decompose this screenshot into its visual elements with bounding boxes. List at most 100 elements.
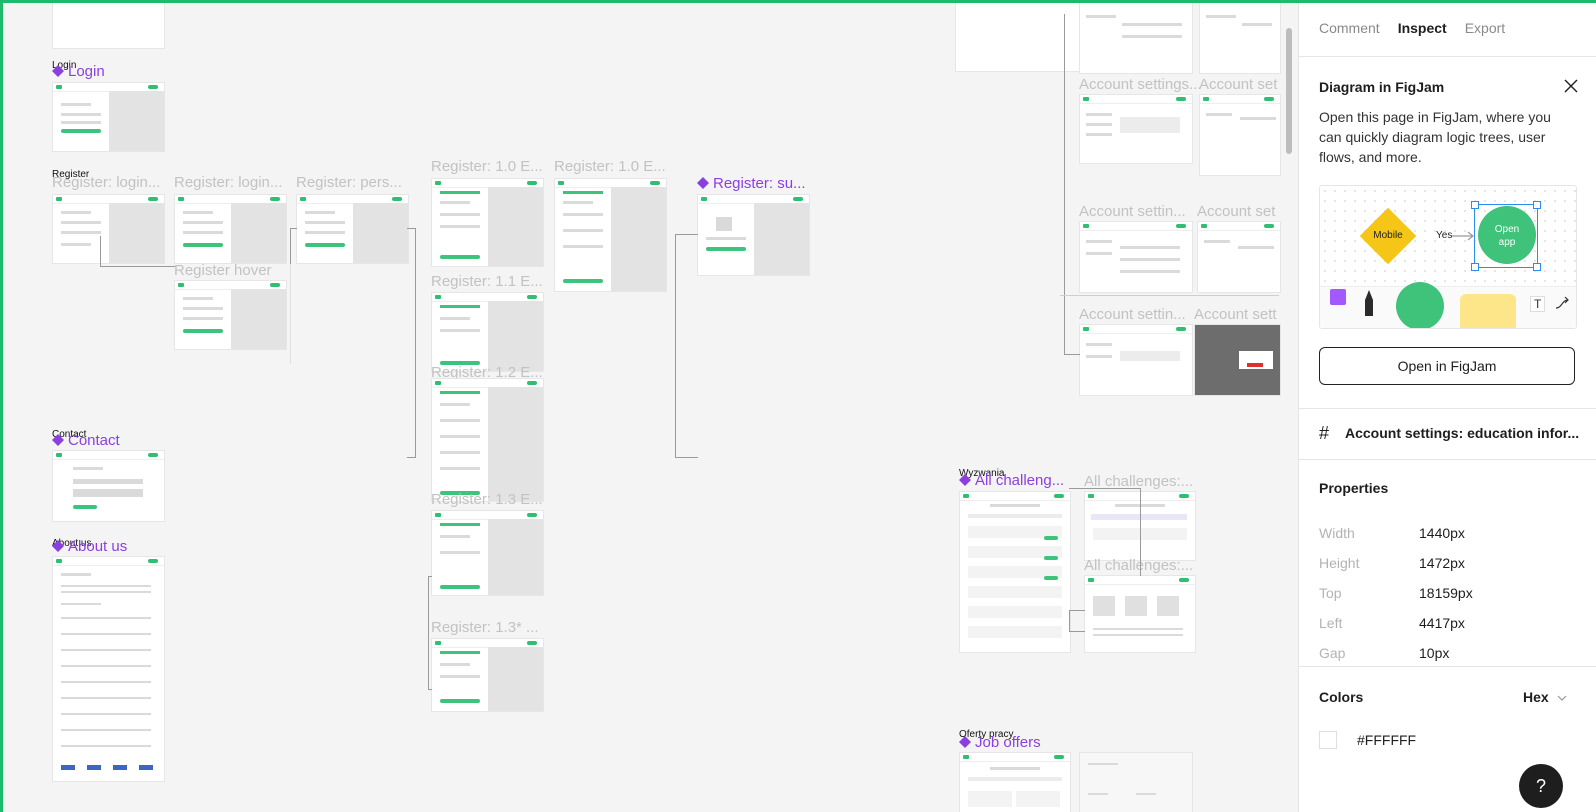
frame-hash-icon: # [1319,423,1330,443]
component-title-login[interactable]: Login [52,63,105,80]
tab-inspect[interactable]: Inspect [1398,20,1447,36]
flow-connector [290,228,297,265]
flow-connector [407,228,416,458]
frame-title-register-1-3[interactable]: Register: 1.3 E... [431,491,543,508]
flow-connector [1069,488,1141,490]
component-title-about[interactable]: About us [52,538,127,555]
frame-title-register-1-1[interactable]: Register: 1.1 E... [431,273,543,290]
pencil-icon [1365,290,1373,316]
component-title-register-success[interactable]: Register: su... [697,175,806,192]
frame-title-register-1-3-star[interactable]: Register: 1.3* ... [431,619,539,636]
selection-box [1474,204,1538,268]
frame-title-account-2b[interactable]: Account set [1197,203,1275,220]
close-icon[interactable] [1564,79,1578,93]
text-tool-icon: T [1530,296,1546,312]
frame-job-offers-2[interactable] [1079,752,1193,812]
colors-heading: Colors [1319,689,1364,705]
frame-title-account-3[interactable]: Account settin... [1079,306,1186,323]
frame-register-1-0-b[interactable] [554,178,667,292]
frame-register-1-3[interactable] [431,510,544,596]
green-circle-shape [1396,282,1444,328]
flow-connector [100,236,175,267]
frame-title-account-3b[interactable]: Account sett [1194,306,1277,323]
frame-register-hover[interactable] [174,280,287,350]
frame-about[interactable] [52,556,165,782]
component-icon [52,434,64,446]
frame-contact[interactable] [52,450,165,522]
frame-account-top-1[interactable] [1079,0,1193,74]
component-icon [52,540,64,552]
frame-all-challenges-2[interactable] [1084,575,1196,653]
figjam-promo-title: Diagram in FigJam [1319,79,1445,95]
tab-comment[interactable]: Comment [1319,20,1380,36]
component-title-contact[interactable]: Contact [52,432,120,449]
frame-title-register-1-0-b[interactable]: Register: 1.0 E... [554,158,666,175]
frame-title-register-login-2[interactable]: Register: login... [174,174,282,191]
frame-login[interactable] [52,82,165,152]
frame-register-personal[interactable] [296,194,409,264]
frame-top-stub[interactable] [52,0,165,49]
selection-handle [1471,201,1479,209]
frame-title-account-1[interactable]: Account settings... [1079,76,1202,93]
tab-export[interactable]: Export [1465,20,1505,36]
frame-account-1[interactable] [1079,94,1193,164]
frame-account-1b[interactable] [1199,94,1281,176]
component-icon [959,736,971,748]
frame-title-account-1b[interactable]: Account set [1199,76,1277,93]
frame-title-register-personal[interactable]: Register: pers... [296,174,402,191]
frame-register-1-0-a[interactable] [431,178,544,267]
flow-connector [1140,488,1142,576]
frame-register-1-1[interactable] [431,292,544,372]
cursor-tool-icon [1330,289,1346,305]
flow-connector [1069,610,1085,632]
frame-title-register-login-1[interactable]: Register: login... [52,174,160,191]
frame-account-top-2[interactable] [1199,0,1281,74]
color-swatch-value[interactable]: #FFFFFF [1357,732,1416,748]
flow-connector [675,234,698,458]
component-title-job-offers[interactable]: Job offers [959,734,1041,751]
frame-title-all-challenges-2[interactable]: All challenges:... [1084,557,1193,574]
canvas-vertical-scrollbar[interactable] [1286,28,1292,154]
frame-title-register-1-0-a[interactable]: Register: 1.0 E... [431,158,543,175]
frame-all-challenges[interactable] [959,491,1071,653]
selected-frame-row[interactable]: # Account settings: education infor... [1299,409,1596,460]
frame-account-2[interactable] [1079,221,1193,293]
design-canvas[interactable]: Login Login Register Register: login... … [0,0,1298,812]
figjam-promo-description: Open this page in FigJam, where you can … [1319,109,1551,165]
color-format-dropdown[interactable]: Hex [1523,689,1567,705]
frame-account-2b[interactable] [1197,221,1281,293]
component-title-all-challenges[interactable]: All challeng... [959,472,1064,489]
flow-connector [1064,14,1080,355]
frame-register-1-3-star[interactable] [431,638,544,712]
frame-register-login-2[interactable] [174,194,287,264]
frame-register-1-2[interactable] [431,378,544,502]
flow-connector [290,264,292,364]
flow-connector [428,576,432,690]
flow-connector [1060,295,1279,297]
help-button[interactable]: ? [1519,764,1563,808]
connector-tool-icon [1555,296,1569,309]
frame-job-offers[interactable] [959,752,1071,812]
diamond-label: Mobile [1373,230,1403,241]
frame-account-3b-modal[interactable] [1194,324,1281,396]
component-icon [697,177,709,189]
arrow-icon [1452,231,1474,241]
frame-register-success[interactable] [697,194,810,276]
frame-account-overview[interactable] [955,0,1081,72]
figjam-promo: Diagram in FigJam Open this page in FigJ… [1299,57,1596,409]
selection-handle [1533,201,1541,209]
inspect-panel: Comment Inspect Export Diagram in FigJam… [1298,0,1596,812]
selection-handle [1471,263,1479,271]
frame-account-3[interactable] [1079,324,1193,396]
arrow-label: Yes [1436,230,1453,241]
selected-frame-name: Account settings: education infor... [1345,425,1580,441]
frame-title-register-hover[interactable]: Register hover [174,262,272,279]
frame-title-account-2[interactable]: Account settin... [1079,203,1186,220]
property-width: Width 1440px [1319,525,1465,541]
property-left: Left 4417px [1319,615,1465,631]
color-swatch[interactable] [1319,731,1337,749]
component-icon [52,65,64,77]
open-in-figjam-button[interactable]: Open in FigJam [1319,347,1575,385]
component-icon [959,474,971,486]
panel-tabs: Comment Inspect Export [1299,0,1596,57]
